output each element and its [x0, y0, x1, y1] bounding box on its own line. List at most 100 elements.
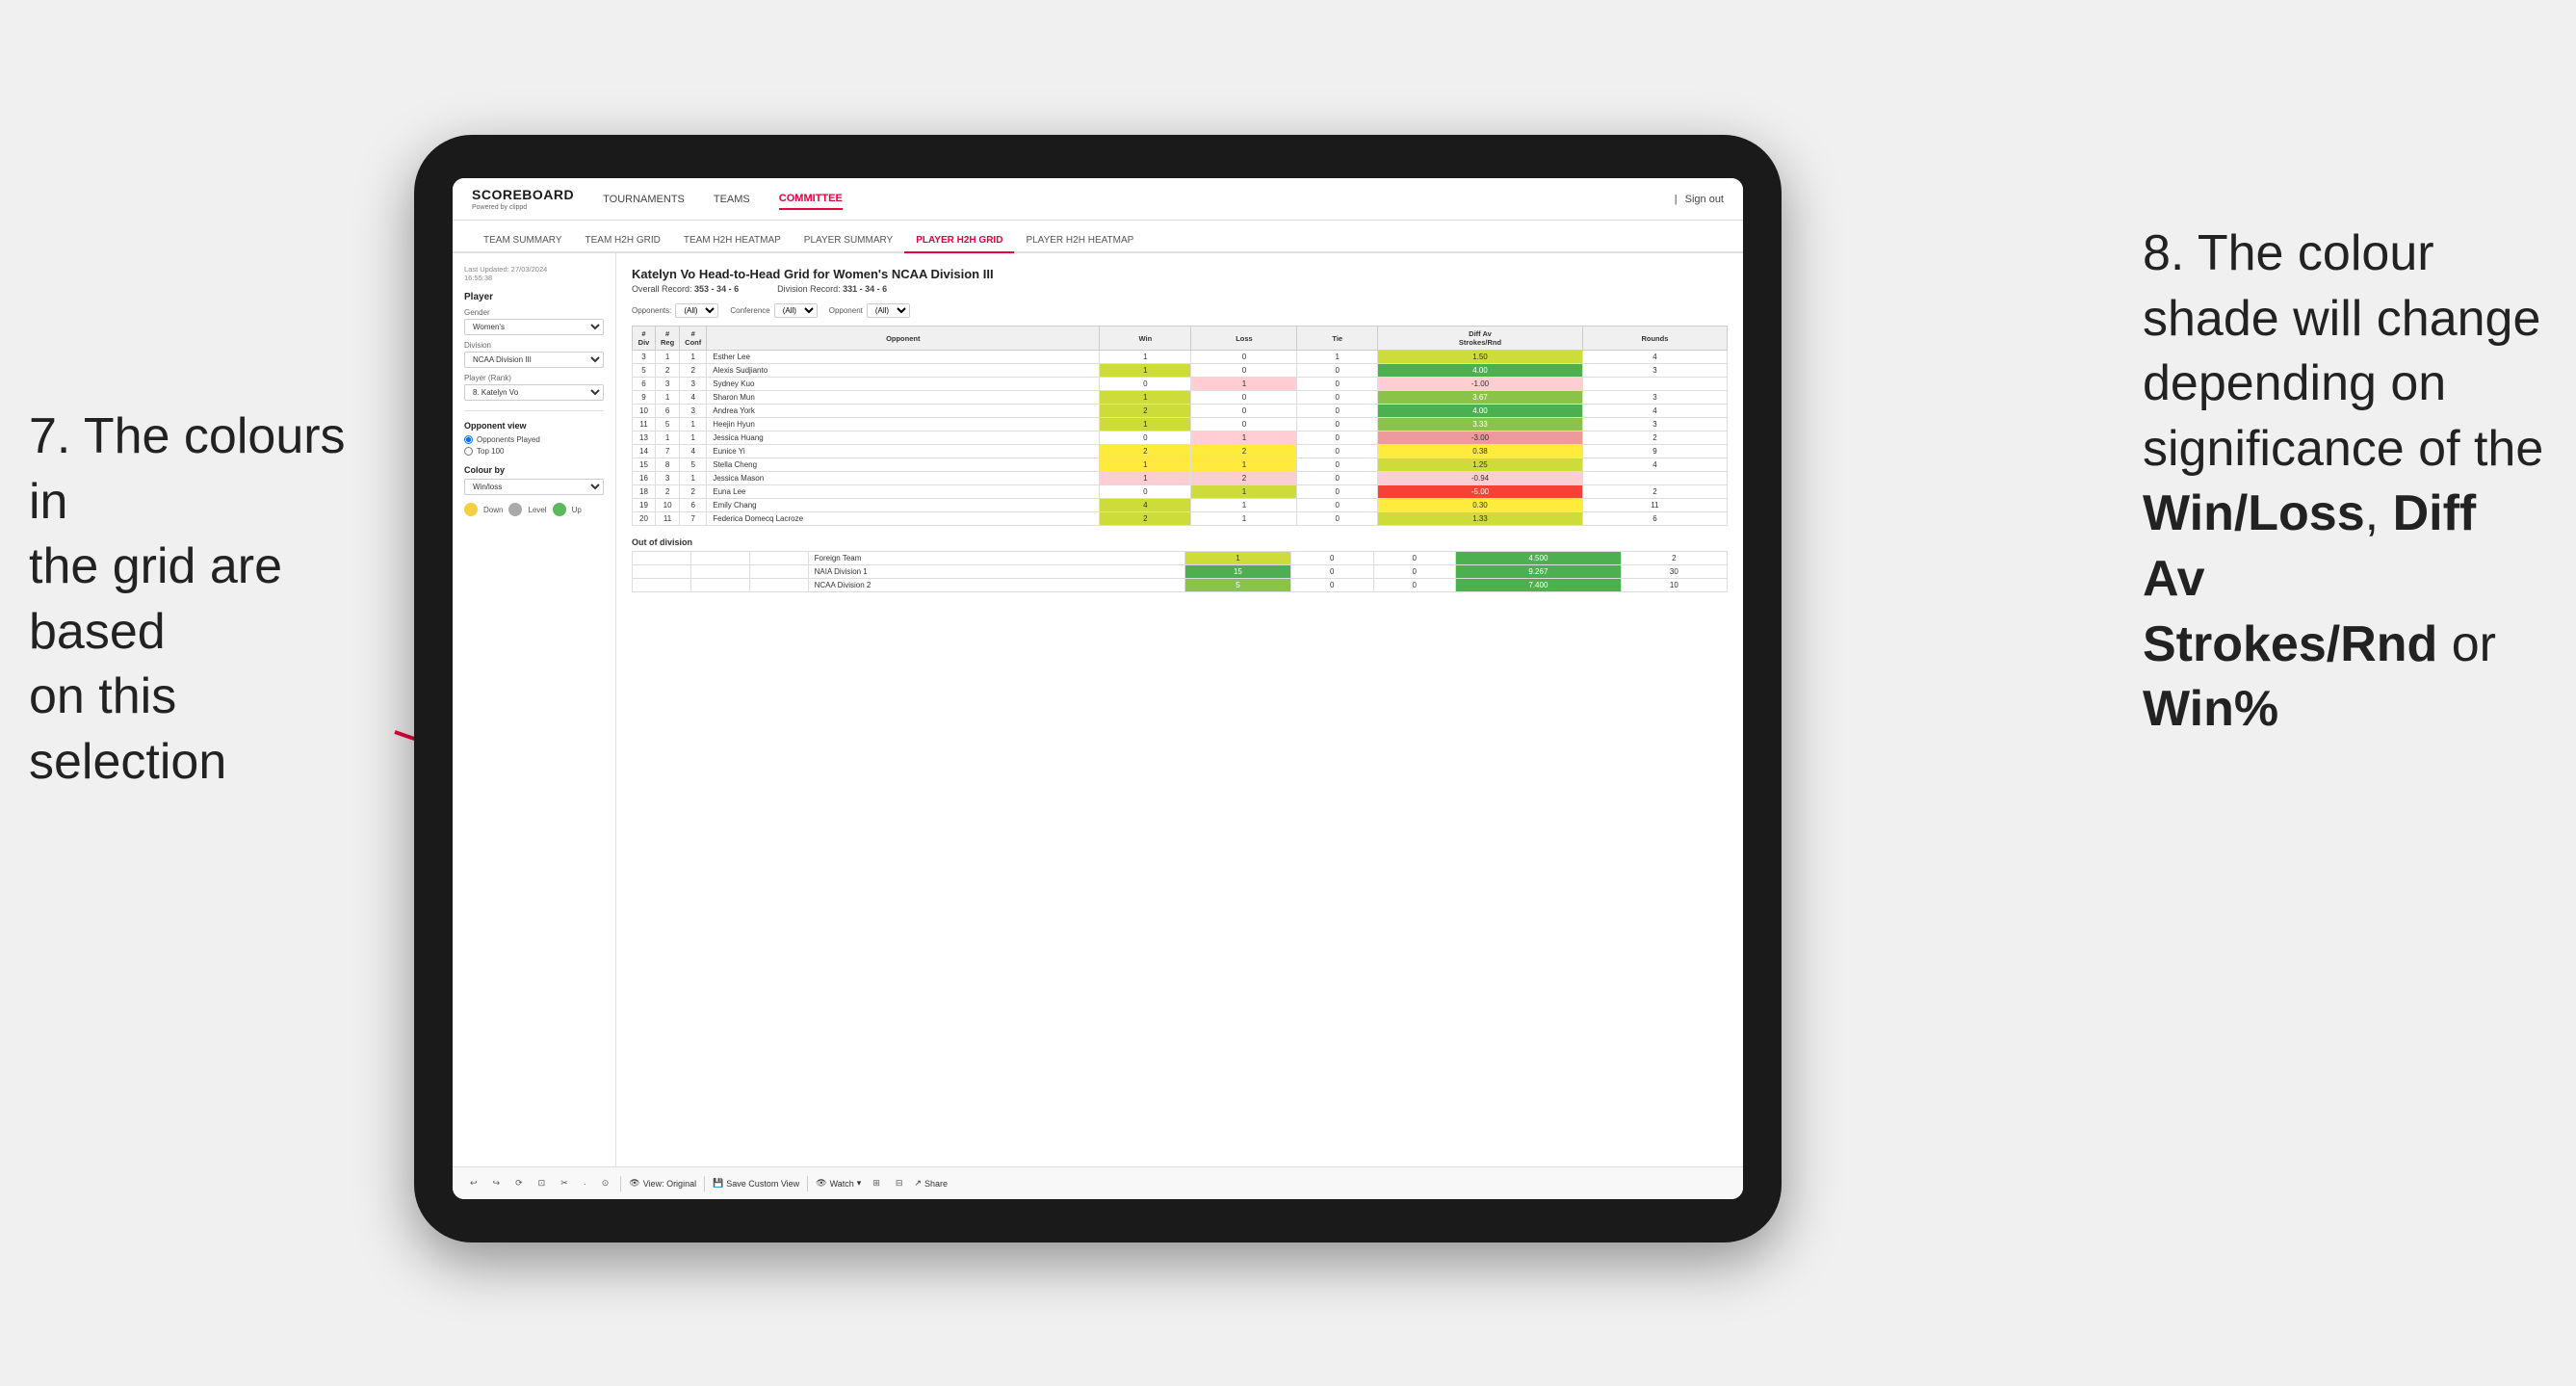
toolbar-circle[interactable]: ⊙ [598, 1176, 613, 1190]
cell-win: 1 [1100, 472, 1191, 485]
cell-tie: 0 [1297, 431, 1378, 445]
cell-win: 1 [1100, 351, 1191, 364]
cell-opponent: Emily Chang [707, 499, 1100, 512]
opponent-view-title: Opponent view [464, 421, 604, 431]
top100-input[interactable] [464, 447, 473, 456]
opponents-filter: Opponents: (All) [632, 303, 718, 318]
toolbar-save-custom[interactable]: 💾 Save Custom View [713, 1178, 799, 1189]
out-of-division-table: Foreign Team 1 0 0 4.500 2 NAIA Division… [632, 551, 1728, 592]
cell-win: 2 [1100, 512, 1191, 526]
table-row: 5 2 2 Alexis Sudjianto 1 0 0 4.00 3 [633, 364, 1728, 378]
cell-win: 5 [1184, 579, 1290, 592]
cell-div: 20 [633, 512, 656, 526]
toolbar-undo[interactable]: ↩ [466, 1176, 481, 1190]
cell-opponent: Heejin Hyun [707, 418, 1100, 431]
opponents-played-input[interactable] [464, 435, 473, 444]
cell-conf: 1 [680, 472, 707, 485]
toolbar-share[interactable]: ↗ Share [914, 1178, 948, 1189]
cell-loss: 1 [1191, 485, 1297, 499]
cell-tie: 0 [1297, 378, 1378, 391]
nav-right: | Sign out [1675, 194, 1724, 205]
cell-div: 14 [633, 445, 656, 458]
th-tie: Tie [1297, 327, 1378, 351]
table-row: 15 8 5 Stella Cheng 1 1 0 1.25 4 [633, 458, 1728, 472]
bottom-toolbar: ↩ ↪ ⟳ ⊡ ✂ · ⊙ 👁 View: Original 💾 Save Cu… [453, 1166, 1743, 1199]
cell-reg: 8 [656, 458, 680, 472]
sub-nav-player-h2h-grid[interactable]: PLAYER H2H GRID [904, 229, 1014, 253]
cell-tie: 0 [1297, 472, 1378, 485]
cell-opponent: Esther Lee [707, 351, 1100, 364]
cell-loss: 0 [1291, 565, 1374, 579]
toolbar-icon1[interactable]: ⊞ [869, 1176, 884, 1190]
cell-diff: 1.50 [1378, 351, 1583, 364]
nav-tournaments[interactable]: TOURNAMENTS [603, 190, 685, 209]
nav-committee[interactable]: COMMITTEE [779, 189, 843, 210]
top100-radio[interactable]: Top 100 [464, 447, 604, 456]
cell-tie: 0 [1373, 579, 1456, 592]
cell-rounds: 6 [1582, 512, 1727, 526]
cell-div: 18 [633, 485, 656, 499]
record-row: Overall Record: 353 - 34 - 6 Division Re… [632, 284, 1728, 294]
legend-down-label: Down [483, 506, 503, 514]
cell-conf: 4 [680, 445, 707, 458]
toolbar-view-original[interactable]: 👁 View: Original [629, 1178, 696, 1189]
legend-row: Down Level Up [464, 503, 604, 516]
sub-nav: TEAM SUMMARY TEAM H2H GRID TEAM H2H HEAT… [453, 221, 1743, 253]
opponent-filter-select[interactable]: (All) [867, 303, 910, 318]
cell-win: 4 [1100, 499, 1191, 512]
toolbar-refresh[interactable]: ⟳ [511, 1176, 527, 1190]
gender-select[interactable]: Women's [464, 319, 604, 335]
conference-filter: Conference (All) [730, 303, 817, 318]
cell-conf: 3 [680, 378, 707, 391]
sub-nav-team-h2h-grid[interactable]: TEAM H2H GRID [574, 229, 672, 253]
last-updated: Last Updated: 27/03/2024 16:55:38 [464, 265, 604, 282]
cell-conf: 6 [680, 499, 707, 512]
cell-win: 1 [1184, 552, 1290, 565]
toolbar-dot[interactable]: · [580, 1177, 590, 1190]
division-select[interactable]: NCAA Division III [464, 352, 604, 368]
cell-diff: 7.400 [1456, 579, 1622, 592]
sub-nav-player-h2h-heatmap[interactable]: PLAYER H2H HEATMAP [1014, 229, 1145, 253]
cell-tie: 0 [1297, 458, 1378, 472]
cell-div [633, 579, 691, 592]
logo-area: SCOREBOARD Powered by clippd [472, 187, 574, 211]
cell-loss: 2 [1191, 445, 1297, 458]
sub-nav-player-summary[interactable]: PLAYER SUMMARY [793, 229, 904, 253]
opponents-filter-select[interactable]: (All) [675, 303, 718, 318]
main-table: #Div #Reg #Conf Opponent Win Loss Tie Di… [632, 326, 1728, 526]
cell-opponent: Jessica Huang [707, 431, 1100, 445]
sidebar: Last Updated: 27/03/2024 16:55:38 Player… [453, 253, 616, 1166]
sub-nav-team-summary[interactable]: TEAM SUMMARY [472, 229, 574, 253]
top100-label: Top 100 [477, 447, 504, 456]
cell-conf: 2 [680, 485, 707, 499]
cell-diff: 3.67 [1378, 391, 1583, 405]
cell-div: 6 [633, 378, 656, 391]
toolbar-cut[interactable]: ✂ [557, 1176, 572, 1190]
sign-out-link[interactable]: Sign out [1685, 194, 1724, 205]
toolbar-grid[interactable]: ⊡ [534, 1176, 550, 1190]
cell-loss: 1 [1191, 431, 1297, 445]
cell-conf: 1 [680, 418, 707, 431]
th-opponent: Opponent [707, 327, 1100, 351]
th-loss: Loss [1191, 327, 1297, 351]
nav-teams[interactable]: TEAMS [714, 190, 750, 209]
toolbar-divider-1 [620, 1176, 621, 1191]
logo-text: SCOREBOARD [472, 187, 574, 202]
cell-reg [690, 565, 749, 579]
player-rank-select[interactable]: 8. Katelyn Vo [464, 384, 604, 401]
toolbar-icon2[interactable]: ⊟ [892, 1176, 907, 1190]
cell-loss: 1 [1191, 378, 1297, 391]
colour-by-select[interactable]: Win/loss [464, 479, 604, 495]
conference-filter-select[interactable]: (All) [774, 303, 818, 318]
table-header-row: #Div #Reg #Conf Opponent Win Loss Tie Di… [633, 327, 1728, 351]
toolbar-redo[interactable]: ↪ [489, 1176, 505, 1190]
opponents-played-label: Opponents Played [477, 435, 540, 444]
cell-tie: 0 [1373, 552, 1456, 565]
opponent-filter: Opponent (All) [829, 303, 910, 318]
table-row: 10 6 3 Andrea York 2 0 0 4.00 4 [633, 405, 1728, 418]
cell-opponent: Stella Cheng [707, 458, 1100, 472]
sub-nav-team-h2h-heatmap[interactable]: TEAM H2H HEATMAP [672, 229, 793, 253]
cell-tie: 1 [1297, 351, 1378, 364]
toolbar-watch[interactable]: 👁 Watch ▾ [816, 1178, 861, 1189]
opponents-played-radio[interactable]: Opponents Played [464, 435, 604, 444]
